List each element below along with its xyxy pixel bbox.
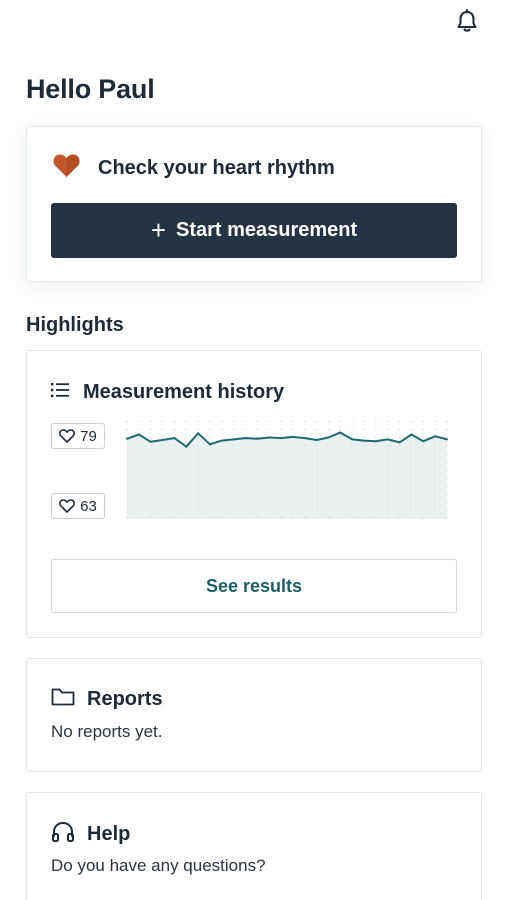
heart-outline-icon [59, 499, 76, 513]
help-title: Help [87, 823, 131, 845]
measure-card: Check your heart rhythm + Start measurem… [26, 126, 482, 282]
max-heart-rate-badge: 79 [51, 423, 105, 449]
heart-outline-icon [59, 429, 76, 443]
chart-data-point [208, 443, 211, 446]
reports-title: Reports [87, 688, 163, 710]
chart-data-point [374, 440, 377, 443]
measure-title: Check your heart rhythm [98, 156, 335, 179]
start-measurement-label: Start measurement [176, 219, 358, 241]
chart-data-point [280, 437, 283, 440]
chart-area-fill [127, 432, 447, 519]
chart-data-point [398, 441, 401, 444]
chart-data-point [137, 433, 140, 436]
chart-data-point [244, 437, 247, 440]
chart-data-point [422, 440, 425, 443]
chart-data-point [327, 436, 330, 439]
start-measurement-button[interactable]: + Start measurement [51, 203, 457, 258]
chart-data-point [363, 439, 366, 442]
chart-data-point [446, 438, 448, 441]
chart-data-point [351, 438, 354, 441]
history-header: Measurement history [51, 381, 284, 404]
chart-data-point [197, 432, 200, 435]
reports-card[interactable]: Reports No reports yet. [26, 658, 482, 772]
chart-data-point [232, 438, 235, 441]
folder-icon [51, 687, 75, 712]
min-value: 63 [80, 497, 97, 515]
max-value: 79 [80, 427, 97, 445]
help-header: Help [51, 821, 130, 848]
chart-data-point [303, 437, 306, 440]
chart-data-point [410, 433, 413, 436]
chart-data-point [173, 437, 176, 440]
help-question-text: Do you have any questions? [51, 856, 266, 875]
chart-data-point [220, 439, 223, 442]
measurement-history-chart [126, 421, 448, 519]
chart-data-point [339, 431, 342, 434]
chart-data-point [161, 438, 164, 441]
list-icon [51, 383, 69, 402]
chart-data-point [126, 437, 128, 440]
history-title: Measurement history [83, 381, 285, 403]
headphones-icon [51, 821, 75, 848]
reports-status-text: No reports yet. [51, 722, 163, 741]
see-results-label: See results [205, 575, 303, 596]
min-heart-rate-badge: 63 [51, 493, 105, 519]
measure-header: Check your heart rhythm [53, 153, 335, 183]
chart-data-point [434, 435, 437, 438]
chart-data-point [291, 435, 294, 438]
chart-data-point [185, 445, 188, 448]
chart-data-point [256, 437, 259, 440]
highlights-heading: Highlights [26, 314, 124, 336]
see-results-button[interactable]: See results [51, 559, 457, 613]
plus-icon: + [150, 214, 166, 245]
page-title: Hello Paul [26, 74, 155, 104]
chart-data-point [315, 438, 318, 441]
reports-header: Reports [51, 687, 163, 712]
help-card[interactable]: Help Do you have any questions? [26, 792, 482, 900]
chart-data-point [386, 438, 389, 441]
chart-data-point [149, 440, 152, 443]
measurement-history-card: Measurement history 79 63 See results [26, 350, 482, 638]
chart-data-point [268, 436, 271, 439]
heart-icon [53, 153, 80, 183]
bell-icon[interactable] [454, 8, 480, 34]
